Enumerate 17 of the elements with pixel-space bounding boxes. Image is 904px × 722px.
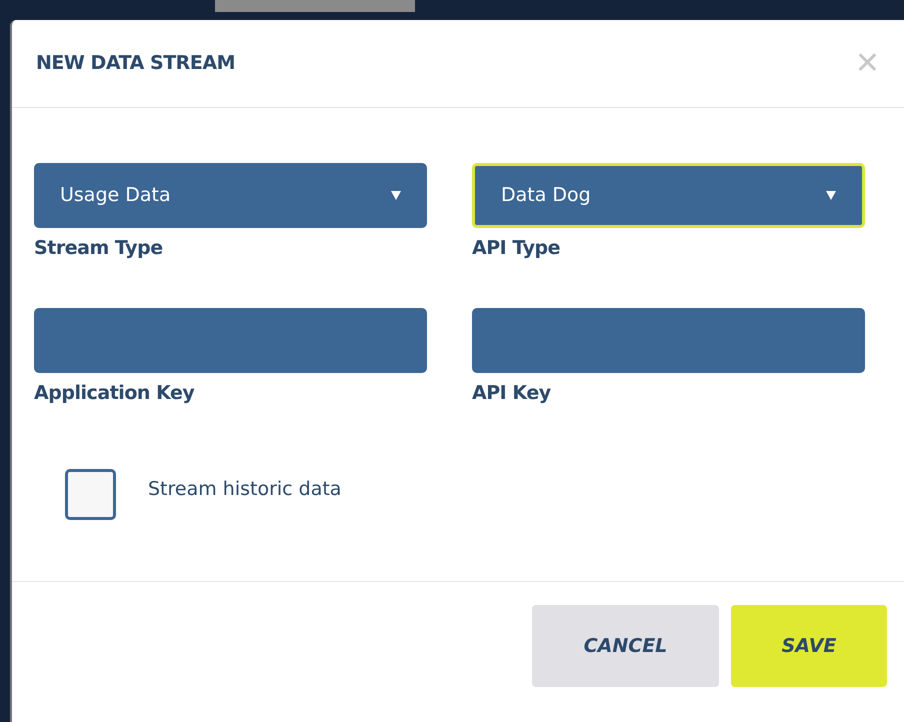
field-label: Application Key bbox=[34, 380, 196, 406]
dialog-title: NEW DATA STREAM bbox=[36, 51, 235, 76]
cancel-button[interactable]: CANCEL bbox=[532, 605, 719, 687]
select-value: Usage Data bbox=[60, 183, 171, 208]
field-label: API Type bbox=[472, 236, 562, 261]
caret-icon bbox=[826, 191, 836, 200]
save-button[interactable]: SAVE bbox=[731, 605, 887, 687]
select-value: Data Dog bbox=[501, 183, 591, 208]
input-field[interactable] bbox=[472, 308, 865, 372]
caret-icon bbox=[391, 191, 401, 200]
field-label: API Key bbox=[472, 380, 552, 406]
field-label: Stream Type bbox=[34, 236, 164, 261]
select-field[interactable]: Data Dog bbox=[472, 163, 865, 228]
select-field[interactable]: Usage Data bbox=[34, 163, 427, 228]
checkbox-label: Stream historic data bbox=[148, 477, 342, 502]
input-field[interactable] bbox=[34, 308, 427, 372]
checkbox[interactable] bbox=[65, 469, 116, 520]
